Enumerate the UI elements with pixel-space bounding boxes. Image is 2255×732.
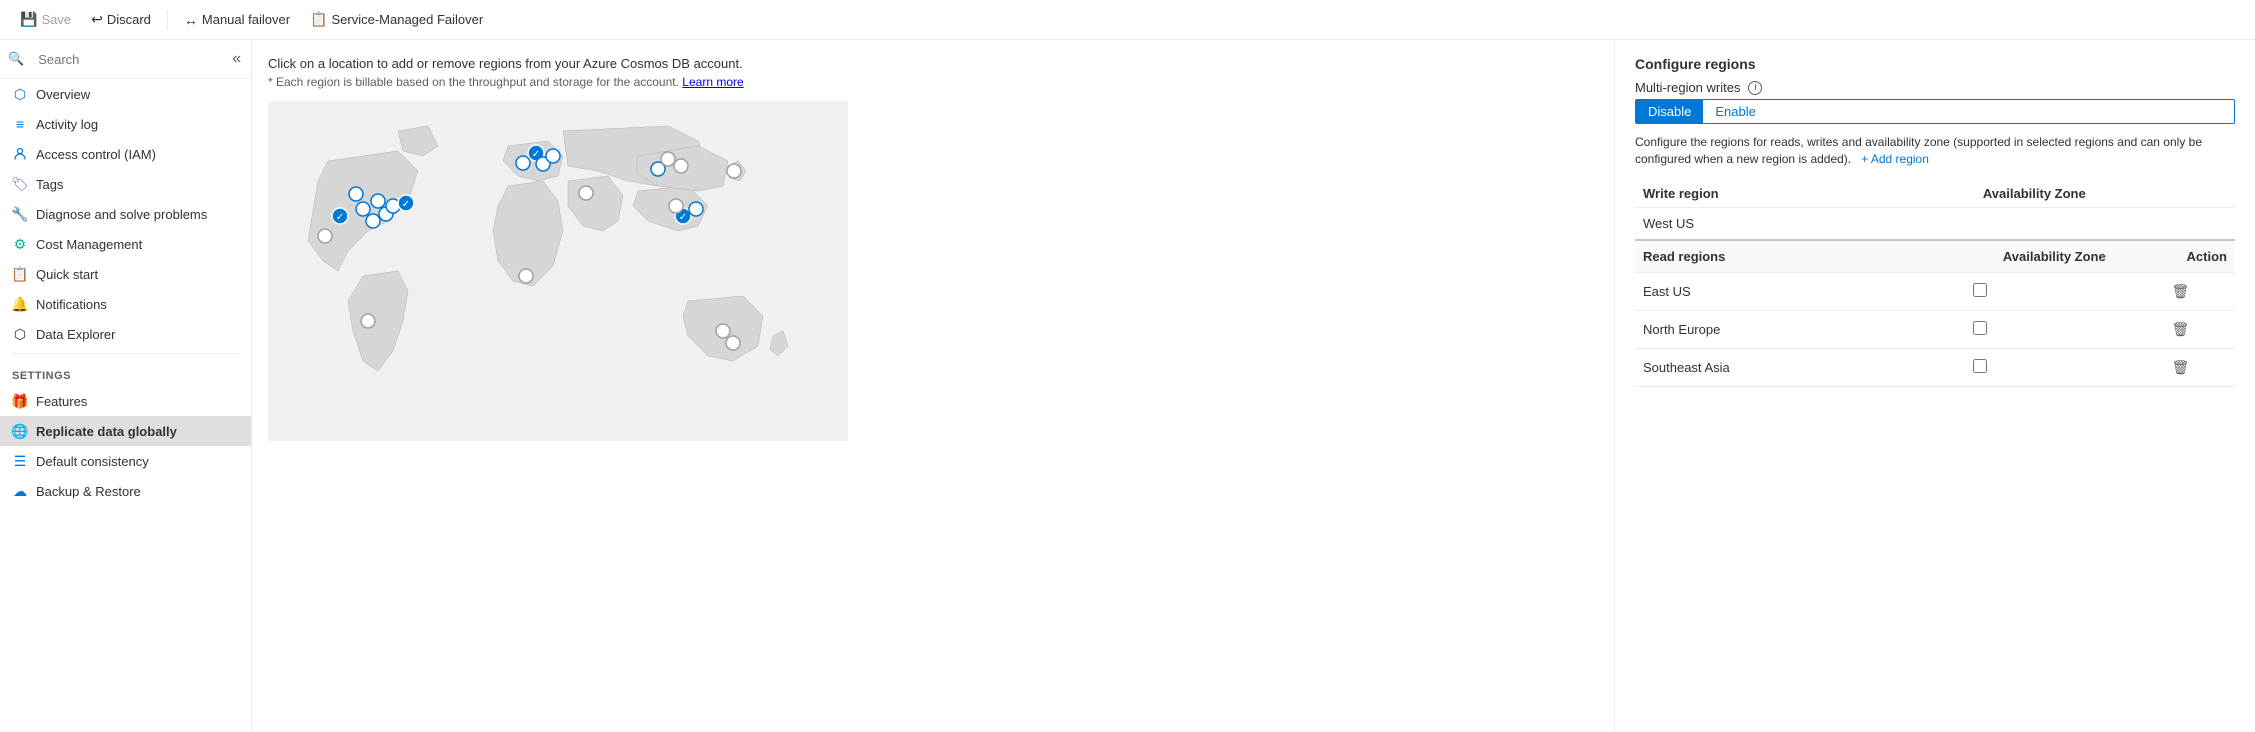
table-row: East US 🗑 xyxy=(1635,272,2235,310)
sidebar-item-data-explorer[interactable]: ⬡ Data Explorer xyxy=(0,319,251,349)
replicate-icon: 🌐 xyxy=(12,423,28,439)
tags-icon: 🏷 xyxy=(12,176,28,192)
delete-southeast-asia-button[interactable]: 🗑 xyxy=(2165,357,2195,378)
diagnose-icon: 🔧 xyxy=(12,206,28,222)
save-icon: 💾 xyxy=(20,11,37,28)
features-icon: 🎁 xyxy=(12,393,28,409)
sidebar-settings-label: Settings xyxy=(0,358,251,386)
delete-east-us-button[interactable]: 🗑 xyxy=(2165,281,2195,302)
overview-icon: ⬡ xyxy=(12,86,28,102)
read-action-column-header: Action xyxy=(2126,240,2235,273)
world-map[interactable]: ✓ ✓ ✓ xyxy=(268,101,848,441)
save-button[interactable]: 💾 Save xyxy=(12,7,79,32)
search-input[interactable] xyxy=(30,48,222,71)
data-explorer-icon: ⬡ xyxy=(12,326,28,342)
svg-text:✓: ✓ xyxy=(402,199,410,210)
info-icon[interactable]: i xyxy=(1748,81,1762,95)
add-region-link[interactable]: + Add region xyxy=(1861,152,1929,166)
write-region-header-row: Write region Availability Zone xyxy=(1635,180,2235,208)
configure-regions-title: Configure regions xyxy=(1635,56,2235,72)
table-row: Southeast Asia 🗑 xyxy=(1635,348,2235,386)
learn-more-link[interactable]: Learn more xyxy=(682,75,743,89)
multi-region-label: Multi-region writes xyxy=(1635,80,1740,95)
table-row-write-region: West US xyxy=(1635,207,2235,240)
toolbar: 💾 Save ↩ Discard ↔ Manual failover 📋 Ser… xyxy=(0,0,2255,40)
manual-failover-button[interactable]: ↔ Manual failover xyxy=(176,8,298,32)
sidebar: 🔍 « ⬡ Overview ≡ Activity log Access con… xyxy=(0,40,252,732)
action-column-header-empty xyxy=(2126,180,2235,208)
availability-zone-column-header: Availability Zone xyxy=(1834,180,2126,208)
service-managed-failover-button[interactable]: 📋 Service-Managed Failover xyxy=(302,7,491,32)
sidebar-settings-divider xyxy=(12,353,239,354)
sidebar-item-tags[interactable]: 🏷 Tags xyxy=(0,169,251,199)
sidebar-item-diagnose[interactable]: 🔧 Diagnose and solve problems xyxy=(0,199,251,229)
world-map-svg: ✓ ✓ ✓ xyxy=(268,101,848,441)
sidebar-item-activity-log[interactable]: ≡ Activity log xyxy=(0,109,251,139)
sidebar-item-notifications[interactable]: 🔔 Notifications xyxy=(0,289,251,319)
sidebar-item-quick-start[interactable]: 📋 Quick start xyxy=(0,259,251,289)
map-description: Click on a location to add or remove reg… xyxy=(268,56,1598,71)
az-checkbox-input-southeast-asia[interactable] xyxy=(1973,359,1987,373)
enable-toggle-button[interactable]: Enable xyxy=(1703,100,1767,123)
sidebar-item-default-consistency[interactable]: ☰ Default consistency xyxy=(0,446,251,476)
az-checkbox-north-europe[interactable] xyxy=(1834,310,2126,348)
map-panel: Click on a location to add or remove reg… xyxy=(252,40,1615,732)
read-az-column-header: Availability Zone xyxy=(1834,240,2126,273)
multi-region-row: Multi-region writes i xyxy=(1635,80,2235,95)
failover-icon: ↔ xyxy=(184,12,198,28)
delete-north-europe: 🗑 xyxy=(2126,310,2235,348)
quick-start-icon: 📋 xyxy=(12,266,28,282)
delete-north-europe-button[interactable]: 🗑 xyxy=(2165,319,2195,340)
sidebar-item-replicate-data[interactable]: 🌐 Replicate data globally xyxy=(0,416,251,446)
multi-region-toggle: Disable Enable xyxy=(1635,99,2235,124)
main-layout: 🔍 « ⬡ Overview ≡ Activity log Access con… xyxy=(0,40,2255,732)
read-regions-header-row: Read regions Availability Zone Action xyxy=(1635,240,2235,273)
configure-description: Configure the regions for reads, writes … xyxy=(1635,134,2235,168)
region-name-east-us: East US xyxy=(1635,272,1834,310)
access-control-icon xyxy=(12,146,28,162)
sidebar-search-container: 🔍 « xyxy=(0,40,251,79)
discard-button[interactable]: ↩ Discard xyxy=(83,7,159,32)
sidebar-item-features[interactable]: 🎁 Features xyxy=(0,386,251,416)
az-checkbox-east-us[interactable] xyxy=(1834,272,2126,310)
regions-table: Write region Availability Zone West US R… xyxy=(1635,180,2235,387)
delete-southeast-asia: 🗑 xyxy=(2126,348,2235,386)
sidebar-item-backup-restore[interactable]: ☁ Backup & Restore xyxy=(0,476,251,506)
sidebar-item-overview[interactable]: ⬡ Overview xyxy=(0,79,251,109)
notifications-icon: 🔔 xyxy=(12,296,28,312)
svg-text:✓: ✓ xyxy=(679,212,687,223)
write-region-column-header: Write region xyxy=(1635,180,1834,208)
search-icon: 🔍 xyxy=(8,51,24,67)
service-managed-icon: 📋 xyxy=(310,11,327,28)
discard-icon: ↩ xyxy=(91,11,103,28)
az-checkbox-input-north-europe[interactable] xyxy=(1973,321,1987,335)
svg-text:✓: ✓ xyxy=(336,212,344,223)
cost-management-icon: ⚙ xyxy=(12,236,28,252)
region-name-north-europe: North Europe xyxy=(1635,310,1834,348)
toolbar-divider xyxy=(167,10,168,30)
az-checkbox-southeast-asia[interactable] xyxy=(1834,348,2126,386)
default-consistency-icon: ☰ xyxy=(12,453,28,469)
az-checkbox-input-east-us[interactable] xyxy=(1973,283,1987,297)
region-name-southeast-asia: Southeast Asia xyxy=(1635,348,1834,386)
delete-east-us: 🗑 xyxy=(2126,272,2235,310)
disable-toggle-button[interactable]: Disable xyxy=(1636,100,1703,123)
write-region-value: West US xyxy=(1635,207,1834,240)
content-area: Click on a location to add or remove reg… xyxy=(252,40,2255,732)
map-note: * Each region is billable based on the t… xyxy=(268,75,1598,89)
sidebar-item-cost-management[interactable]: ⚙ Cost Management xyxy=(0,229,251,259)
sidebar-collapse-button[interactable]: « xyxy=(228,46,245,72)
read-regions-column-header: Read regions xyxy=(1635,240,1834,273)
backup-icon: ☁ xyxy=(12,483,28,499)
activity-log-icon: ≡ xyxy=(12,116,28,132)
right-panel: Configure regions Multi-region writes i … xyxy=(1615,40,2255,732)
sidebar-item-access-control[interactable]: Access control (IAM) xyxy=(0,139,251,169)
table-row: North Europe 🗑 xyxy=(1635,310,2235,348)
